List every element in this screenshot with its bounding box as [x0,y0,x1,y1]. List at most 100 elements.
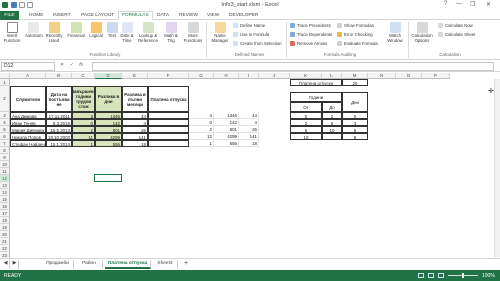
zoom-slider-thumb[interactable] [462,273,464,278]
math-trig-button[interactable]: Math & Trig [162,22,180,44]
side-value-cell[interactable]: 2 [189,126,214,133]
column-header[interactable]: D [95,73,122,79]
trace-precedents-button[interactable]: Trace Precedents [290,23,331,29]
lookup-label-cell[interactable]: Платена отпуска [290,79,342,86]
table-cell[interactable]: 44 [122,112,148,119]
table-cell[interactable]: Мария Диянова [10,126,46,133]
name-box[interactable]: D12 [1,62,55,71]
table-cell[interactable]: 142 [95,119,122,126]
create-from-selection-button[interactable]: Create from Selection [233,41,282,47]
lookup-cell[interactable]: 0 [290,112,322,119]
scroll-sheets-left-icon[interactable]: ◀ [2,260,10,269]
tab-home[interactable]: HOME [26,12,46,20]
table-header-cell[interactable]: Дата на постъпва не [46,86,72,112]
side-value-cell[interactable]: 4 [189,112,214,119]
table-cell[interactable]: Стефан Найденов [10,140,46,147]
column-header[interactable]: B [46,73,72,79]
table-cell[interactable]: 801 [95,126,122,133]
table-cell[interactable]: 5.3.2015 [46,119,72,126]
side-value-cell[interactable]: 44 [239,112,259,119]
text-button[interactable]: Text [106,22,118,39]
page-layout-view-icon[interactable] [428,273,434,278]
cancel-entry-icon[interactable]: ✕ [60,62,64,68]
insert-function-button[interactable]: Insert Function [1,22,23,44]
recently-used-button[interactable]: Recently Used [44,22,64,44]
error-checking-button[interactable]: Error Checking [337,32,373,38]
financial-button[interactable]: Financial [66,22,86,39]
years-header-cell[interactable]: Години [290,92,342,102]
evaluate-formula-button[interactable]: Evaluate Formula [337,41,378,47]
lookup-cell[interactable]: 2 [322,112,342,119]
logical-button[interactable]: Logical [88,22,104,39]
table-cell[interactable]: 15.1.2014 [46,140,72,147]
row-header[interactable]: 11 [0,168,10,175]
row-header[interactable]: 2 [0,86,10,112]
table-header-cell[interactable]: Служители [10,86,46,112]
side-value-cell[interactable]: 1 [189,140,214,147]
zoom-level[interactable]: 100% [482,273,495,279]
row-header[interactable]: 7 [0,140,10,147]
lookup-cell[interactable]: 0 [342,112,368,119]
watch-window-button[interactable]: Watch Window [385,22,405,44]
row-header[interactable]: 21 [0,238,10,245]
sheet-tab-sales[interactable]: Продажби [42,260,74,269]
minimize-button[interactable]: — [456,1,462,7]
table-cell[interactable]: 1346 [95,112,122,119]
formula-input[interactable] [92,62,494,71]
page-break-view-icon[interactable] [438,273,444,278]
date-time-button[interactable]: Date & Time [119,22,135,44]
side-value-cell[interactable]: 141 [239,133,259,140]
table-cell[interactable]: 4299 [95,133,122,140]
column-header[interactable]: E [122,73,148,79]
calculate-now-button[interactable]: Calculate Now [438,23,473,29]
table-cell[interactable] [148,126,189,133]
row-header[interactable]: 17 [0,210,10,217]
row-header[interactable]: 12 [0,175,10,182]
confirm-entry-icon[interactable]: ✓ [70,62,74,68]
table-cell[interactable]: 4 [122,119,148,126]
lookup-cell[interactable]: 5 [290,126,322,133]
table-cell[interactable]: Ана Димова [10,112,46,119]
table-cell[interactable]: 141 [122,133,148,140]
side-value-cell[interactable]: 18 [239,140,259,147]
restore-button[interactable]: ❐ [470,1,475,8]
tab-developer[interactable]: DEVELOPER [226,12,261,20]
column-header[interactable]: F [148,73,189,79]
tab-formulas[interactable]: FORMULAS [118,11,153,20]
lookup-cell[interactable]: 8 [342,133,368,140]
row-header[interactable]: 20 [0,231,10,238]
close-button[interactable]: ✕ [486,1,491,8]
column-header[interactable]: N [368,73,396,79]
row-header[interactable]: 22 [0,245,10,252]
table-cell[interactable] [148,119,189,126]
row-header[interactable]: 10 [0,161,10,168]
row-header[interactable]: 4 [0,119,10,126]
normal-view-icon[interactable] [418,273,424,278]
row-header[interactable]: 1 [0,79,10,86]
days-header-cell[interactable]: Дни [342,92,368,112]
table-header-cell[interactable]: Разлика в дни [95,86,122,112]
lookup-button[interactable]: Lookup & Reference [136,22,160,44]
insert-function-fx-icon[interactable]: fx [79,62,83,68]
lookup-value-cell[interactable]: 20 [342,79,368,86]
table-cell[interactable] [148,112,189,119]
more-functions-button[interactable]: More Functions [182,22,204,44]
autosum-button[interactable]: AutoSum [25,22,43,39]
table-cell[interactable]: 17.11.2011 [46,112,72,119]
table-cell[interactable]: Иван Теняв [10,119,46,126]
to-header-cell[interactable]: До [322,102,342,112]
side-value-cell[interactable]: 0 [189,119,214,126]
row-header[interactable]: 18 [0,217,10,224]
lookup-cell[interactable] [322,133,342,140]
table-cell[interactable]: 26 [122,126,148,133]
tab-view[interactable]: VIEW [204,12,222,20]
table-cell[interactable]: 556 [95,140,122,147]
side-value-cell[interactable]: 1346 [214,112,239,119]
column-header[interactable]: O [396,73,422,79]
table-cell[interactable]: 0 [72,119,95,126]
lookup-cell[interactable]: 5 [322,119,342,126]
table-cell[interactable]: 18 [122,140,148,147]
side-value-cell[interactable]: 142 [214,119,239,126]
add-sheet-button[interactable]: + [182,260,190,269]
side-value-cell[interactable]: 12 [189,133,214,140]
